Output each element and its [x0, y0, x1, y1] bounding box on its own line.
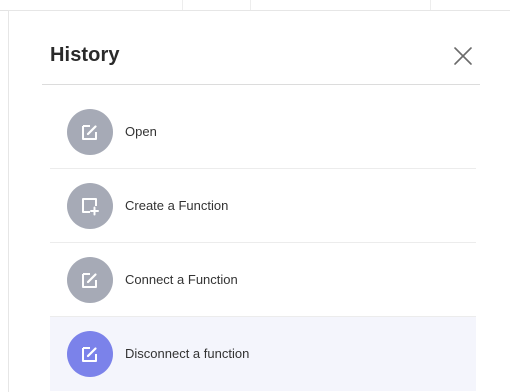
edit-icon [82, 273, 97, 288]
column-divider [250, 0, 251, 10]
title-divider [42, 73, 480, 85]
add-box-icon-badge [67, 183, 113, 229]
history-item-label: Disconnect a function [125, 346, 250, 361]
history-item-disconnect-function[interactable]: Disconnect a function [50, 317, 476, 391]
dialog-title: History [50, 44, 120, 66]
history-item-connect-function[interactable]: Connect a Function [50, 243, 476, 317]
add-box-icon [82, 198, 99, 216]
history-item-label: Create a Function [125, 198, 229, 213]
close-button[interactable] [452, 45, 474, 67]
history-list: Open Create a Function Connect a Functio… [50, 95, 476, 391]
column-divider [430, 0, 431, 10]
edit-icon-badge [67, 109, 113, 155]
history-item-label: Connect a Function [125, 272, 238, 287]
edit-icon [82, 125, 97, 140]
column-divider [182, 0, 183, 10]
history-item-open[interactable]: Open [50, 95, 476, 169]
history-item-create-function[interactable]: Create a Function [50, 169, 476, 243]
close-icon [454, 47, 472, 65]
edit-icon-badge [67, 331, 113, 377]
history-item-label: Open [125, 124, 157, 139]
edit-icon [82, 347, 97, 362]
edit-icon-badge [67, 257, 113, 303]
